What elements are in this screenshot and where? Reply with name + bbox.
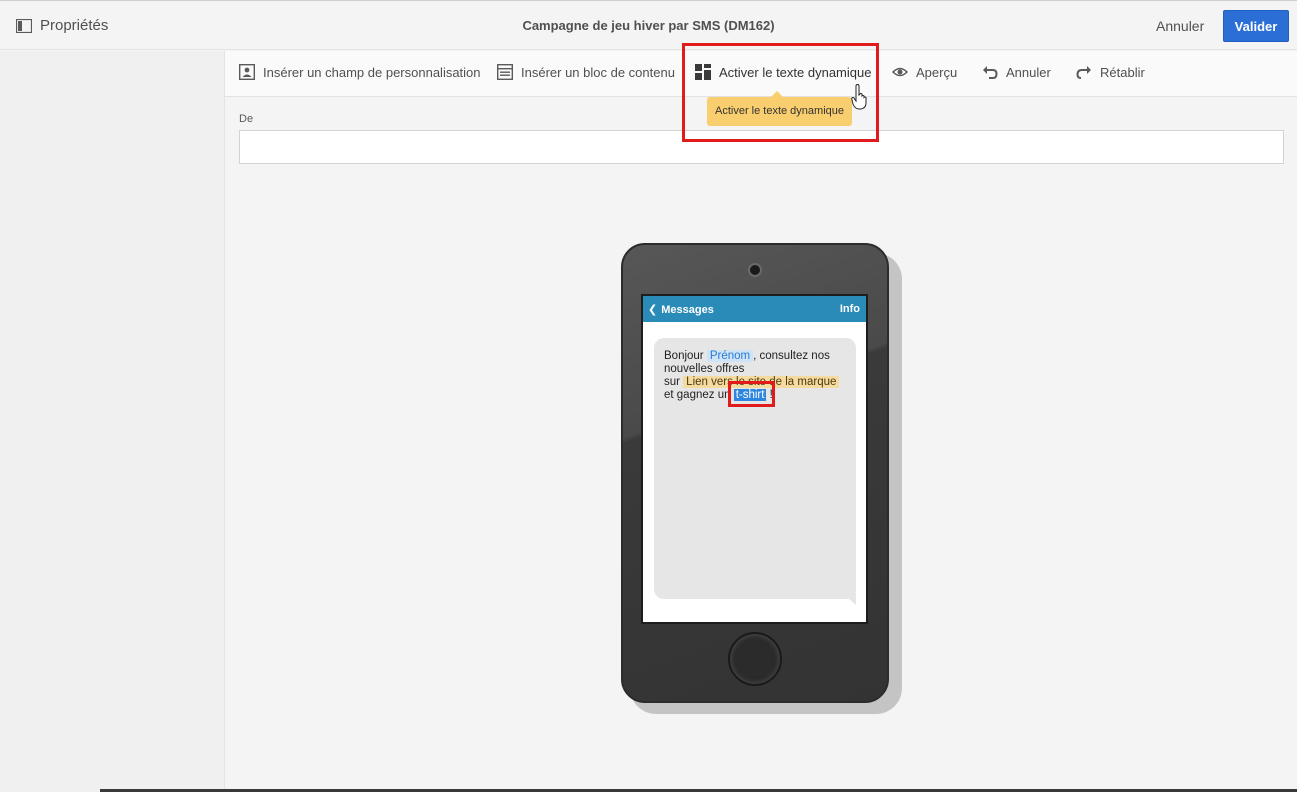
- firstname-field-tag[interactable]: Prénom: [706, 350, 754, 362]
- undo-button[interactable]: Annuler: [982, 64, 1051, 80]
- insert-content-block-button[interactable]: Insérer un bloc de contenu: [497, 64, 675, 80]
- selection-annotation: [728, 381, 775, 407]
- messages-label: Messages: [661, 303, 714, 316]
- validate-button[interactable]: Valider: [1223, 10, 1289, 42]
- personalization-field-icon: [239, 64, 255, 80]
- left-sidebar: [0, 51, 225, 792]
- messages-header: ❮ Messages Info: [643, 296, 866, 322]
- info-button[interactable]: Info: [840, 303, 860, 315]
- bubble-tail: [842, 593, 856, 605]
- message-text: Bonjour: [664, 350, 707, 362]
- content-block-icon: [497, 64, 513, 80]
- toolbar-label: Annuler: [1006, 64, 1051, 80]
- chevron-left-icon: ❮: [648, 304, 658, 316]
- insert-personalization-field-button[interactable]: Insérer un champ de personnalisation: [239, 64, 481, 80]
- header-bar: Propriétés Campagne de jeu hiver par SMS…: [0, 0, 1297, 50]
- toolbar-label: Rétablir: [1100, 64, 1145, 80]
- page-title: Campagne de jeu hiver par SMS (DM162): [522, 18, 775, 33]
- phone-screen: ❮ Messages Info Bonjour Prénom, consulte…: [641, 294, 868, 624]
- tooltip: Activer le texte dynamique: [707, 91, 852, 126]
- from-label: De: [239, 113, 254, 125]
- preview-button[interactable]: Aperçu: [892, 64, 957, 80]
- toolbar-label: Insérer un bloc de contenu: [521, 64, 675, 80]
- toolbar-label: Aperçu: [916, 64, 958, 80]
- phone-home-button: [728, 632, 782, 686]
- message-text: et gagnez un: [664, 389, 734, 401]
- messages-back-button[interactable]: ❮ Messages: [648, 303, 714, 317]
- eye-icon: [892, 67, 908, 77]
- redo-icon: [1076, 66, 1091, 79]
- redo-button[interactable]: Rétablir: [1076, 64, 1145, 80]
- phone-camera: [748, 263, 762, 277]
- message-text: sur: [664, 376, 684, 388]
- sms-message-bubble[interactable]: Bonjour Prénom, consultez nos nouvelles …: [654, 338, 856, 599]
- cancel-button[interactable]: Annuler: [1156, 18, 1204, 34]
- hand-cursor-icon: [851, 84, 867, 110]
- toolbar-label: Insérer un champ de personnalisation: [263, 64, 481, 80]
- undo-icon: [983, 66, 998, 79]
